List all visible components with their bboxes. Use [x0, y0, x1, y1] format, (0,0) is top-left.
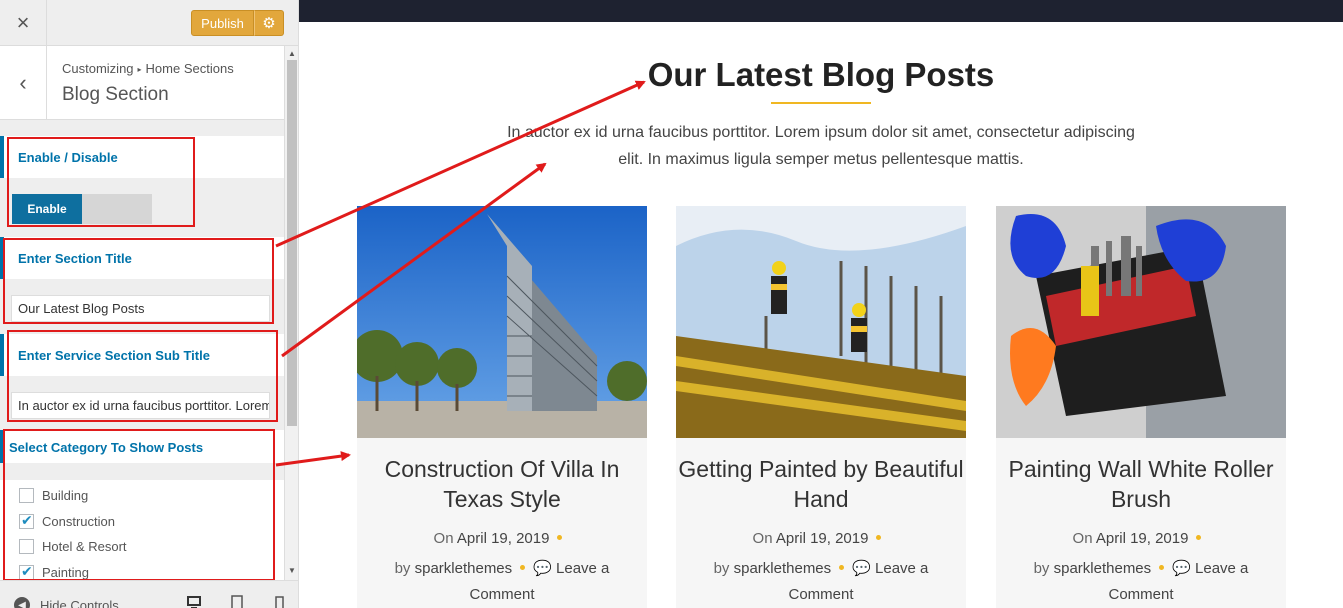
highlight-section-title: [3, 238, 274, 324]
date-value[interactable]: April 19, 2019: [776, 530, 869, 547]
highlight-category: [3, 429, 275, 581]
sidebar-scrollbar[interactable]: ▲ ▼: [284, 46, 298, 580]
blog-card-image[interactable]: [357, 206, 647, 438]
blog-card-meta: by sparklethemes 💬 Leave a Comment: [696, 556, 946, 608]
highlight-subtitle: [7, 330, 278, 422]
gear-icon[interactable]: ⚙: [254, 10, 284, 36]
date-value[interactable]: April 19, 2019: [457, 530, 550, 547]
blog-card-meta: by sparklethemes 💬 Leave a Comment: [1016, 556, 1266, 608]
date-prefix: On: [1072, 530, 1093, 547]
breadcrumb: Customizing ▸ Home Sections: [62, 61, 234, 76]
blog-card-image[interactable]: [676, 206, 966, 438]
scroll-up-icon[interactable]: ▲: [288, 49, 296, 58]
scroll-down-icon[interactable]: ▼: [288, 566, 296, 575]
hide-controls-label: Hide Controls: [40, 597, 119, 608]
accent-bar: [0, 334, 4, 376]
date-prefix: On: [752, 530, 773, 547]
breadcrumb-current: Home Sections: [145, 61, 234, 76]
blog-card-title[interactable]: Construction Of Villa In Texas Style: [357, 454, 647, 514]
highlight-enable: [7, 137, 195, 227]
site-preview: Our Latest Blog Posts In auctor ex id ur…: [299, 0, 1343, 608]
customizer-footer: ◀ Hide Controls: [0, 580, 298, 608]
comments-icon: 💬: [533, 560, 552, 577]
blog-card-meta: by sparklethemes 💬 Leave a Comment: [377, 556, 627, 608]
by-label: by: [713, 560, 730, 577]
dot-icon: [1159, 565, 1165, 570]
author-link[interactable]: sparklethemes: [415, 560, 513, 577]
comments-icon: 💬: [852, 560, 871, 577]
comments-icon: 💬: [1172, 560, 1191, 577]
blog-section-subtitle: In auctor ex id urna faucibus porttitor.…: [507, 124, 1135, 168]
blog-card[interactable]: Getting Painted by Beautiful Hand On Apr…: [676, 206, 966, 608]
dot-icon: [557, 535, 563, 540]
scroll-thumb[interactable]: [287, 60, 297, 426]
dot-icon: [520, 565, 526, 570]
blog-card-date: On April 19, 2019: [357, 530, 647, 547]
blog-card[interactable]: Painting Wall White Roller Brush On Apri…: [996, 206, 1286, 608]
customizer-topbar: × Publish ⚙: [0, 0, 298, 46]
blog-section-heading: Our Latest Blog Posts: [647, 56, 995, 93]
blog-card-title[interactable]: Painting Wall White Roller Brush: [996, 454, 1286, 514]
section-title: Blog Section: [62, 84, 169, 105]
collapse-icon: ◀: [14, 597, 30, 608]
heading-underline: [771, 102, 871, 104]
breadcrumb-root: Customizing: [62, 61, 134, 76]
blog-card-date: On April 19, 2019: [676, 530, 966, 547]
by-label: by: [1033, 560, 1050, 577]
accent-bar: [0, 136, 4, 178]
date-value[interactable]: April 19, 2019: [1096, 530, 1189, 547]
desktop-preview-icon[interactable]: [187, 595, 201, 608]
blog-card-title[interactable]: Getting Painted by Beautiful Hand: [676, 454, 966, 514]
hide-controls-button[interactable]: ◀ Hide Controls: [14, 597, 119, 608]
author-link[interactable]: sparklethemes: [1054, 560, 1152, 577]
close-icon[interactable]: ×: [0, 0, 47, 46]
by-label: by: [394, 560, 411, 577]
blog-card-date: On April 19, 2019: [996, 530, 1286, 547]
date-prefix: On: [433, 530, 454, 547]
tablet-preview-icon[interactable]: [230, 595, 244, 608]
breadcrumb-separator-icon: ▸: [137, 65, 142, 74]
blog-card[interactable]: Construction Of Villa In Texas Style On …: [357, 206, 647, 608]
dot-icon: [1196, 535, 1202, 540]
blog-card-image[interactable]: [996, 206, 1286, 438]
mobile-preview-icon[interactable]: [272, 595, 286, 608]
dot-icon: [839, 565, 845, 570]
section-header: ‹ Customizing ▸ Home Sections Blog Section: [0, 46, 284, 120]
publish-button[interactable]: Publish: [191, 10, 254, 36]
dot-icon: [876, 535, 882, 540]
customizer-sidebar: × Publish ⚙ ‹ Customizing ▸ Home Sections …: [0, 0, 299, 608]
preview-top-band: [299, 0, 1343, 22]
author-link[interactable]: sparklethemes: [734, 560, 832, 577]
back-arrow-icon[interactable]: ‹: [0, 46, 47, 120]
